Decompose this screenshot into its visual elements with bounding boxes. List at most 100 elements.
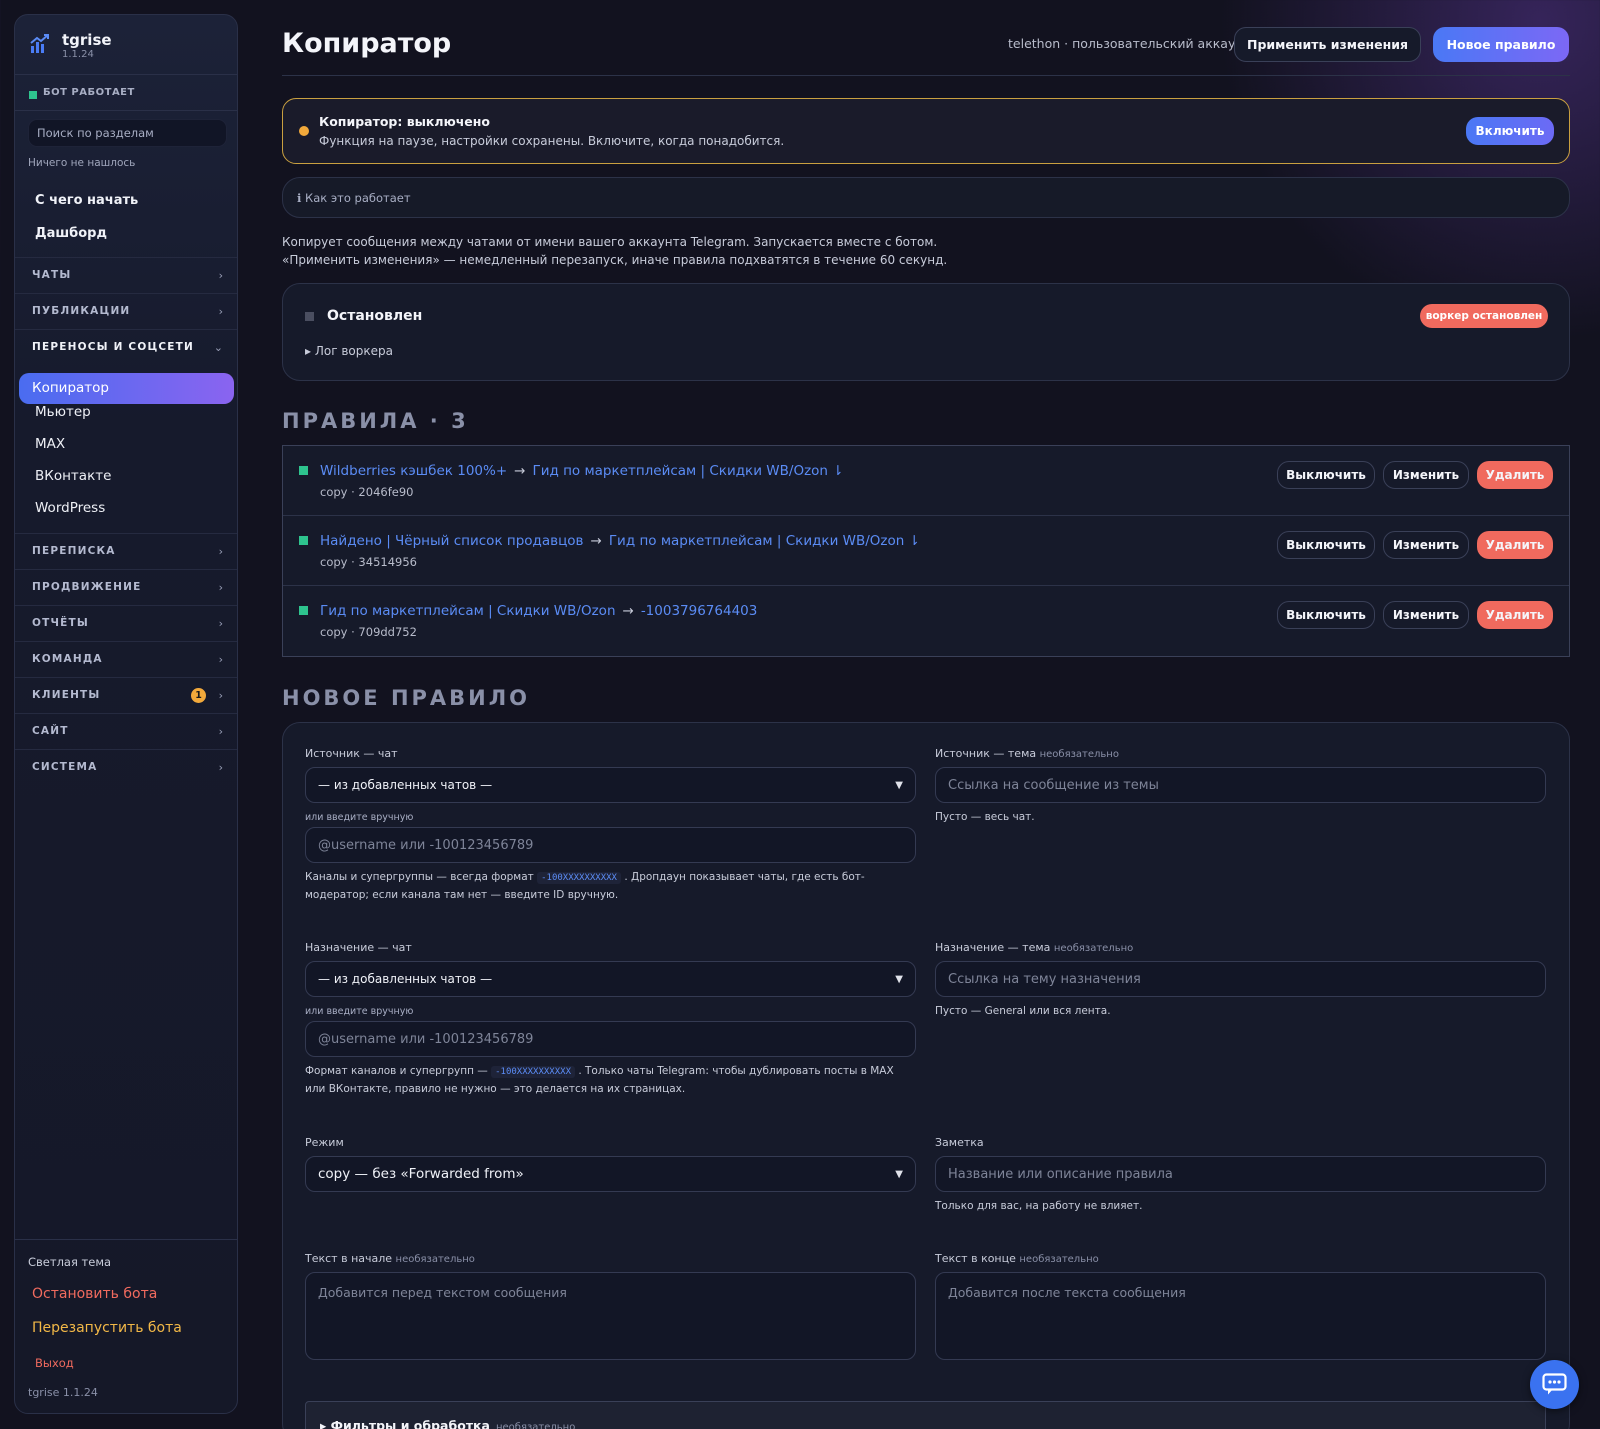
section-label: ПЕРЕПИСКА xyxy=(32,545,116,557)
new-rule-button[interactable]: Новое правило xyxy=(1433,27,1569,62)
sidebar-section-reports[interactable]: ОТЧЁТЫ › xyxy=(15,605,237,641)
rule-target-link[interactable]: Гид по маркетплейсам | Скидки WB/Ozon ⇂ xyxy=(609,533,920,549)
chat-button[interactable] xyxy=(1530,1360,1579,1409)
sidebar: tgrise 1.1.24 БОТ РАБОТАЕТ Ничего не наш… xyxy=(14,14,238,1414)
chevron-right-icon: › xyxy=(218,269,223,282)
arrow-right-icon: → xyxy=(622,603,634,619)
label-text: Текст в начале xyxy=(305,1252,393,1265)
list-item: Wildberries кэшбек 100%+ → Гид по маркетпл… xyxy=(283,446,1569,516)
target-topic-hint: Пусто — General или вся лента. xyxy=(935,1005,1111,1017)
manual-label: или введите вручную xyxy=(305,1006,414,1017)
chevron-right-icon: › xyxy=(218,305,223,318)
sidebar-section-promotion[interactable]: ПРОДВИЖЕНИЕ › xyxy=(15,569,237,605)
filters-label: ▸ Фильтры и обработка необязательно xyxy=(320,1418,575,1429)
rule-route: Wildberries кэшбек 100%+ → Гид по маркетпл… xyxy=(320,463,844,479)
delete-rule-button[interactable]: Удалить xyxy=(1477,601,1553,629)
optional-tag: необязательно xyxy=(495,1422,576,1429)
source-chat-select[interactable]: — из добавленных чатов — ▼ xyxy=(305,767,916,803)
rule-source-link[interactable]: Найдено | Чёрный список продавцов xyxy=(320,533,584,549)
nav-link-dashboard[interactable]: Дашборд xyxy=(35,226,107,241)
target-topic-input[interactable] xyxy=(935,961,1546,997)
account-info: telethon · пользовательский аккаунт xyxy=(1008,36,1251,51)
source-chat-manual-input[interactable] xyxy=(305,827,916,863)
hint-text: Каналы и супергруппы — всегда формат xyxy=(305,871,534,883)
chevron-right-icon: › xyxy=(218,545,223,558)
target-chat-label: Назначение — чат xyxy=(305,941,412,954)
filters-toggle[interactable]: ▸ Фильтры и обработка необязательно xyxy=(305,1401,1546,1429)
nav-link-getting-started[interactable]: С чего начать xyxy=(35,193,138,208)
mode-select[interactable]: copy — без «Forwarded from» ▼ xyxy=(305,1156,916,1192)
rule-target-link[interactable]: Гид по маркетплейсам | Скидки WB/Ozon ⇂ xyxy=(532,463,843,479)
chevron-right-icon: › xyxy=(218,617,223,630)
sidebar-item-muter[interactable]: Мьютер xyxy=(35,404,91,420)
rule-meta: copy · 34514956 xyxy=(320,555,417,569)
brand[interactable]: tgrise 1.1.24 xyxy=(15,15,237,75)
enable-button[interactable]: Включить xyxy=(1466,117,1554,145)
sidebar-item-wordpress[interactable]: WordPress xyxy=(35,500,105,516)
stop-bot-button[interactable]: Остановить бота xyxy=(32,1286,157,1302)
sidebar-item-vkontakte[interactable]: ВКонтакте xyxy=(35,468,111,484)
source-topic-input[interactable] xyxy=(935,767,1546,803)
source-chat-hint: Каналы и супергруппы — всегда формат -10… xyxy=(305,869,915,904)
sidebar-section-correspondence[interactable]: ПЕРЕПИСКА › xyxy=(15,533,237,569)
target-chat-select[interactable]: — из добавленных чатов — ▼ xyxy=(305,961,916,997)
sidebar-section-publications[interactable]: ПУБЛИКАЦИИ › xyxy=(15,293,237,329)
optional-tag: необязательно xyxy=(1019,1254,1099,1265)
bot-status: БОТ РАБОТАЕТ xyxy=(15,77,237,111)
sidebar-search-input[interactable] xyxy=(28,119,227,147)
brand-name: tgrise xyxy=(62,31,112,49)
section-label: СИСТЕМА xyxy=(32,761,98,773)
chevron-right-icon: › xyxy=(218,725,223,738)
target-chat-manual-input[interactable] xyxy=(305,1021,916,1057)
worker-status: Остановлен xyxy=(327,308,423,324)
theme-toggle[interactable]: Светлая тема xyxy=(28,1255,111,1269)
note-input[interactable] xyxy=(935,1156,1546,1192)
sidebar-section-team[interactable]: КОМАНДА › xyxy=(15,641,237,677)
sidebar-section-chats[interactable]: ЧАТЫ › xyxy=(15,257,237,293)
sidebar-item-copier[interactable]: Копиратор xyxy=(19,373,234,404)
select-value: copy — без «Forwarded from» xyxy=(318,1166,524,1182)
disable-rule-button[interactable]: Выключить xyxy=(1277,531,1375,559)
sidebar-item-max[interactable]: MAX xyxy=(35,436,65,452)
rule-source-link[interactable]: Гид по маркетплейсам | Скидки WB/Ozon xyxy=(320,603,616,619)
search-empty-text: Ничего не нашлось xyxy=(28,157,136,169)
disable-rule-button[interactable]: Выключить xyxy=(1277,601,1375,629)
chevron-right-icon: › xyxy=(218,689,223,702)
active-indicator xyxy=(299,536,308,545)
manual-label: или введите вручную xyxy=(305,812,414,823)
section-label: КОМАНДА xyxy=(32,653,103,665)
sidebar-section-system[interactable]: СИСТЕМА › xyxy=(15,749,237,785)
section-label: ПЕРЕНОСЫ И СОЦСЕТИ xyxy=(32,341,195,353)
edit-rule-button[interactable]: Изменить xyxy=(1383,461,1469,489)
hint-text: Формат каналов и супергрупп — xyxy=(305,1065,488,1077)
prefix-textarea[interactable] xyxy=(305,1272,916,1360)
id-format-code: -100XXXXXXXXXX xyxy=(491,1066,575,1078)
description-line-2: «Применить изменения» — немедленный пере… xyxy=(282,253,948,267)
label-text: ▸ Фильтры и обработка xyxy=(320,1418,490,1429)
chevron-down-icon: ▼ xyxy=(895,973,903,985)
stopped-indicator xyxy=(305,312,314,321)
edit-rule-button[interactable]: Изменить xyxy=(1383,531,1469,559)
sidebar-section-transfers[interactable]: ПЕРЕНОСЫ И СОЦСЕТИ ⌄ xyxy=(15,329,237,365)
sidebar-section-site[interactable]: САЙТ › xyxy=(15,713,237,749)
edit-rule-button[interactable]: Изменить xyxy=(1383,601,1469,629)
disable-rule-button[interactable]: Выключить xyxy=(1277,461,1375,489)
source-chat-label: Источник — чат xyxy=(305,747,398,760)
apply-changes-button[interactable]: Применить изменения xyxy=(1234,27,1421,62)
rule-source-link[interactable]: Wildberries кэшбек 100%+ xyxy=(320,463,507,479)
chevron-right-icon: › xyxy=(218,653,223,666)
worker-log-toggle[interactable]: ▸ Лог воркера xyxy=(305,344,393,358)
sidebar-section-clients[interactable]: КЛИЕНТЫ 1 › xyxy=(15,677,237,713)
restart-bot-button[interactable]: Перезапустить бота xyxy=(32,1320,182,1336)
rule-target-link[interactable]: -1003796764403 xyxy=(641,603,758,619)
source-topic-hint: Пусто — весь чат. xyxy=(935,811,1035,823)
source-topic-label: Источник — тема необязательно xyxy=(935,747,1119,760)
how-it-works-toggle[interactable]: ℹ Как это работает xyxy=(282,177,1570,218)
chevron-right-icon: › xyxy=(218,761,223,774)
logout-link[interactable]: Выход xyxy=(35,1356,74,1370)
delete-rule-button[interactable]: Удалить xyxy=(1477,461,1553,489)
delete-rule-button[interactable]: Удалить xyxy=(1477,531,1553,559)
suffix-textarea[interactable] xyxy=(935,1272,1546,1360)
alert-text: Функция на паузе, настройки сохранены. В… xyxy=(319,134,785,148)
id-format-code: -100XXXXXXXXXX xyxy=(537,872,621,884)
